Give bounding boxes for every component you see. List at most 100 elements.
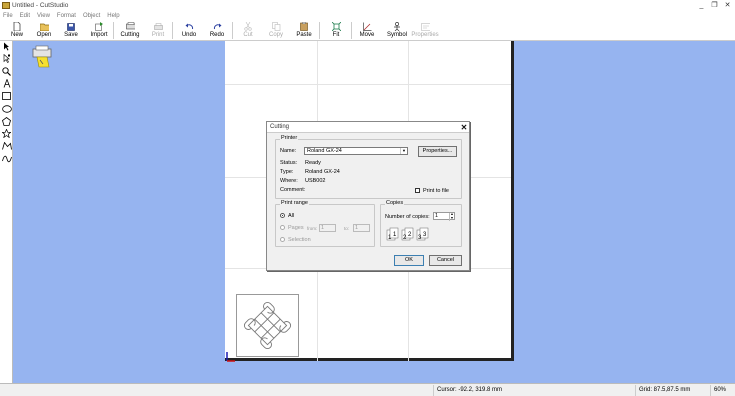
toolbar-separator [113, 22, 114, 39]
redo-button[interactable]: Redo [202, 20, 232, 40]
rectangle-icon [2, 92, 11, 102]
chevron-down-icon: ▼ [400, 148, 407, 154]
polygon-icon [2, 116, 11, 128]
tool-zoom[interactable] [0, 66, 13, 79]
printer-name-value: Roland GX-24 [307, 148, 342, 154]
polyline-icon [1, 141, 12, 152]
clipboard-icon [300, 22, 309, 31]
tool-star[interactable] [0, 128, 13, 142]
curve-icon [1, 155, 12, 165]
symbol-button[interactable]: Symbol [382, 20, 412, 40]
range-selection-radio[interactable] [280, 237, 285, 242]
range-pages-radio[interactable] [280, 225, 285, 230]
new-button[interactable]: New [2, 20, 32, 40]
printer-icon [153, 22, 163, 31]
new-file-icon [13, 22, 22, 31]
window-title: Untitled - CutStudio [12, 2, 69, 9]
origin-marker-icon [13, 351, 235, 364]
tool-strip [0, 41, 13, 383]
range-to-label: to: [344, 226, 350, 231]
copy-button[interactable]: Copy [261, 20, 291, 40]
menu-edit[interactable]: Edit [20, 13, 30, 19]
toolbar-separator [172, 22, 173, 39]
star-icon [1, 128, 12, 140]
import-label: Import [90, 32, 108, 38]
range-selection-label: Selection [288, 237, 311, 243]
menu-help[interactable]: Help [107, 13, 119, 19]
tool-polyline[interactable] [0, 141, 13, 154]
menu-file[interactable]: File [3, 13, 13, 19]
print-to-file-checkbox[interactable] [415, 188, 420, 193]
zoom-icon [2, 67, 11, 78]
properties-button[interactable]: Properties [410, 20, 440, 40]
toolbar: New Open Save Import Cutting Print Undo … [0, 20, 735, 41]
cancel-button[interactable]: Cancel [429, 255, 462, 266]
undo-icon [185, 22, 194, 31]
open-button[interactable]: Open [29, 20, 59, 40]
menu-object[interactable]: Object [83, 13, 100, 19]
cutting-machine-icon[interactable] [31, 45, 53, 69]
minimize-button[interactable]: _ [697, 2, 706, 9]
floppy-icon [67, 22, 76, 31]
menu-view[interactable]: View [37, 13, 50, 19]
range-from-input[interactable]: 1 [319, 224, 336, 232]
copies-number-value: 1 [435, 213, 439, 219]
endless-knot-icon [243, 301, 292, 350]
node-edit-icon [3, 54, 11, 65]
copy-label: Copy [268, 32, 283, 38]
range-all-radio[interactable] [280, 213, 285, 218]
symbol-icon [393, 22, 402, 31]
undo-button[interactable]: Undo [174, 20, 204, 40]
maximize-button[interactable]: ❐ [710, 2, 719, 9]
menu-format[interactable]: Format [57, 13, 76, 19]
fit-button[interactable]: Fit [321, 20, 351, 40]
import-button[interactable]: Import [84, 20, 114, 40]
close-button[interactable]: ✕ [723, 2, 732, 9]
print-button[interactable]: Print [143, 20, 173, 40]
range-from-label: from: [307, 226, 318, 231]
paste-button[interactable]: Paste [289, 20, 319, 40]
printer-properties-button[interactable]: Properties... [418, 146, 457, 157]
properties-label: Properties [411, 32, 439, 38]
copies-spinner-icon[interactable]: ▲ ▼ [449, 212, 454, 221]
new-label: New [10, 32, 23, 38]
where-label: Where: [280, 178, 298, 184]
cutter-icon [125, 22, 135, 31]
menu-bar: File Edit View Format Object Help [0, 11, 735, 20]
tool-node-edit[interactable] [0, 54, 13, 67]
range-to-input[interactable]: 1 [353, 224, 370, 232]
type-value: Roland GX-24 [305, 169, 340, 175]
status-value: Ready [305, 160, 321, 166]
tool-rectangle[interactable] [0, 91, 13, 104]
status-bar: Cursor: -92.2, 319.8 mm Grid: 87.5,87.5 … [0, 383, 735, 396]
printer-name-select[interactable]: Roland GX-24 ▼ [304, 147, 408, 155]
ok-button[interactable]: OK [394, 255, 424, 266]
cutting-label: Cutting [120, 32, 140, 38]
tool-select[interactable] [0, 41, 13, 54]
grid-size: Grid: 87.5,87.5 mm [635, 385, 709, 396]
folder-icon [39, 22, 49, 31]
cursor-position: Cursor: -92.2, 319.8 mm [433, 385, 633, 396]
design-object[interactable] [236, 294, 299, 357]
save-button[interactable]: Save [56, 20, 86, 40]
tool-curve[interactable] [0, 154, 13, 167]
dialog-title-bar: Cutting ✕ [267, 122, 469, 133]
dialog-close-button[interactable]: ✕ [459, 123, 469, 132]
move-button[interactable]: Move [352, 20, 382, 40]
printer-name-label: Name: [280, 148, 297, 154]
cutting-button[interactable]: Cutting [115, 20, 145, 40]
status-label: Status: [280, 160, 298, 166]
print-range-legend: Print range [280, 200, 309, 206]
move-label: Move [359, 32, 375, 38]
tool-polygon[interactable] [0, 116, 13, 129]
print-label: Print [151, 32, 165, 38]
tool-ellipse[interactable] [0, 104, 13, 117]
open-label: Open [36, 32, 52, 38]
fit-label: Fit [332, 32, 340, 38]
tool-text[interactable] [0, 78, 13, 92]
copies-legend: Copies [385, 200, 405, 206]
cut-button[interactable]: Cut [233, 20, 263, 40]
ellipse-icon [1, 105, 12, 115]
import-icon [94, 22, 104, 31]
select-arrow-icon [3, 42, 10, 53]
